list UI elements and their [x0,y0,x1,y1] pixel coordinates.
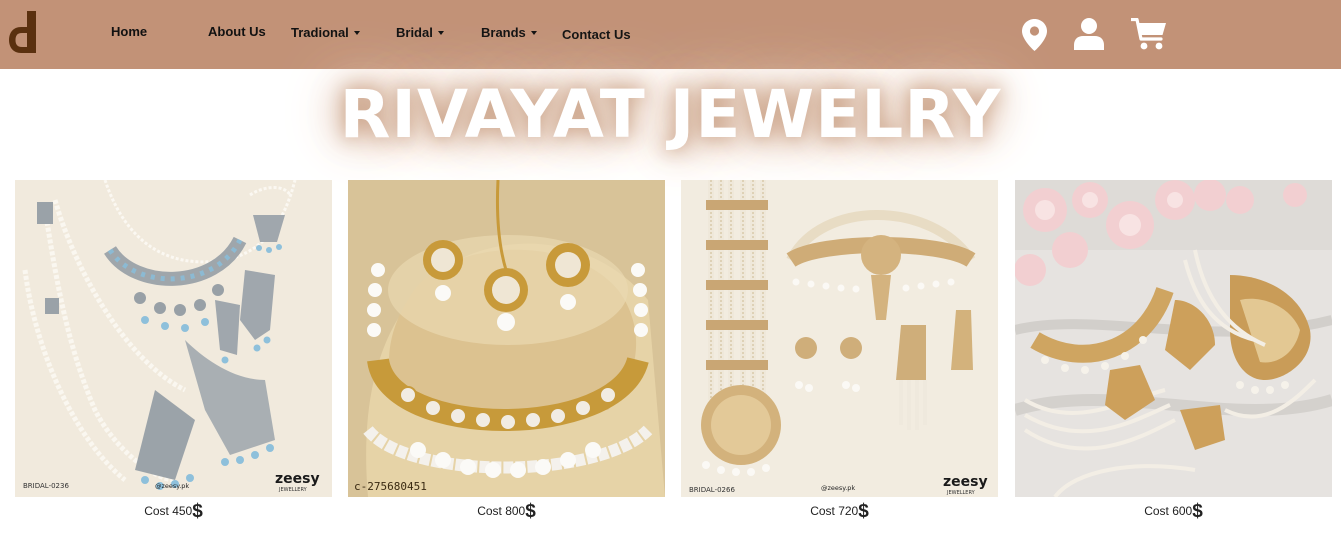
currency-symbol: $ [1192,501,1203,522]
nav-brands-dropdown[interactable]: Brands [481,25,537,40]
shopping-cart-icon[interactable] [1131,18,1167,50]
brand-logo[interactable] [8,11,40,53]
product-card[interactable]: BRIDAL-0266 @zeesy.pk zeesy JEWELLERY Co… [681,180,998,523]
currency-symbol: $ [858,501,869,522]
product-image[interactable]: c-275680451 [348,180,665,497]
nav-contact-us[interactable]: Contact Us [562,27,631,42]
price-label: Cost 800 [477,504,526,518]
nav-brands-label: Brands [481,25,526,40]
caret-down-icon [437,31,444,35]
nav-home-label: Home [111,24,148,39]
image-brand: zeesy [275,471,320,487]
navbar: Home About Us Tradional Bridal Brands Co… [0,0,1341,69]
product-card[interactable]: c-275680451 Cost 800$ [348,180,665,523]
price-label: Cost 720 [810,504,859,518]
product-price: Cost 800$ [348,501,665,523]
product-price: Cost 450$ [15,501,332,523]
product-image[interactable]: BRIDAL-0236 @zeesy.pk zeesy JEWELLERY [15,180,332,497]
price-label: Cost 600 [1144,504,1193,518]
nav-about-us[interactable]: About Us [208,24,266,39]
user-icon[interactable] [1074,18,1104,50]
product-card[interactable]: Cost 600$ [1015,180,1332,523]
caret-down-icon [353,31,360,35]
product-price: Cost 720$ [681,501,998,523]
image-caption: BRIDAL-0236 [23,482,69,490]
location-pin-icon[interactable] [1022,19,1047,51]
hero-title: RIVAYAT JEWELRY [339,76,1002,153]
nav-home[interactable]: Home [111,24,147,39]
nav-contact-label: Contact Us [562,27,631,42]
image-brand-sub: JEWELLERY [946,490,976,496]
nav-about-label: About Us [208,24,266,39]
image-caption: BRIDAL-0266 [689,486,735,494]
caret-down-icon [530,31,537,35]
image-brand: zeesy [943,474,988,490]
nav-bridal-label: Bridal [396,25,433,40]
currency-symbol: $ [525,501,536,522]
price-label: Cost 450 [144,504,193,518]
product-image[interactable]: BRIDAL-0266 @zeesy.pk zeesy JEWELLERY [681,180,998,497]
image-caption: c-275680451 [354,480,427,493]
image-brand-sub: JEWELLERY [278,487,308,493]
image-handle: @zeesy.pk [821,484,855,492]
nav-tradional-dropdown[interactable]: Tradional [291,25,360,40]
product-price: Cost 600$ [1015,501,1332,523]
product-card[interactable]: BRIDAL-0236 @zeesy.pk zeesy JEWELLERY Co… [15,180,332,523]
nav-tradional-label: Tradional [291,25,349,40]
currency-symbol: $ [192,501,203,522]
nav-bridal-dropdown[interactable]: Bridal [396,25,444,40]
product-image[interactable] [1015,180,1332,497]
image-handle: @zeesy.pk [155,482,189,490]
